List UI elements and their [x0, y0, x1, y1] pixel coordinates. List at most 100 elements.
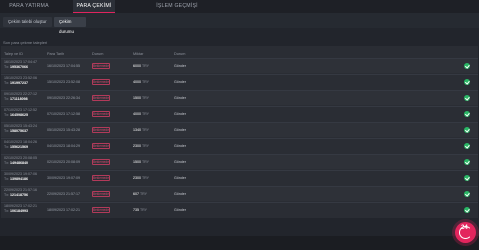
status-badge: Beklemede	[92, 175, 110, 181]
status-badge: Beklemede	[92, 159, 110, 165]
header-request-id: Talep ve ID	[4, 52, 23, 56]
amount-cell: 4000 TRY	[133, 112, 149, 116]
currency-label: TRY	[139, 208, 148, 212]
transaction-id: 139894186	[10, 176, 28, 181]
amount-cell: 6000 TRY	[133, 64, 149, 68]
currency-label: TRY	[141, 80, 150, 84]
table-row: 05/10/2023 15:43:24 Tx: 158075637 05/10/20…	[1, 122, 478, 137]
payment-date: 15/10/2023 23:52:08	[47, 80, 80, 84]
method-cell: Gönder	[174, 160, 186, 164]
transaction-id: 149486840	[10, 160, 28, 165]
transaction-id: 195367066	[10, 64, 28, 69]
amount-value: 4000	[133, 80, 141, 84]
header-amount: Miktar	[133, 52, 144, 56]
check-circle-icon	[464, 191, 470, 197]
tx-label: Tx:	[4, 96, 9, 101]
table-row: 07/10/2023 17:12:52 Tx: 164598625 07/10/20…	[1, 106, 478, 121]
tx-label: Tx:	[4, 208, 9, 213]
request-id-cell: 18/09/2023 17:02:21 Tx: 106184993	[4, 204, 37, 213]
currency-label: TRY	[141, 160, 150, 164]
status-badge: Beklemede	[92, 63, 110, 69]
payment-date: 09/10/2023 22:26:34	[47, 96, 80, 100]
request-id-cell: 04/10/2023 18:04:26 Tx: 155621569	[4, 140, 37, 149]
table-row: 04/10/2023 18:04:26 Tx: 155621569 04/10/20…	[1, 138, 478, 153]
request-id-cell: 05/10/2023 15:43:24 Tx: 158075637	[4, 124, 37, 133]
tab-para-yatirma[interactable]: PARA YATIRMA	[0, 0, 58, 13]
tx-label: Tx:	[4, 192, 9, 197]
check-circle-icon	[464, 143, 470, 149]
method-cell: Gönder	[174, 112, 186, 116]
amount-value: 1500	[133, 96, 141, 100]
status-badge: Beklemede	[92, 143, 110, 149]
check-circle-icon	[464, 95, 470, 101]
table-row: 22/09/2023 21:57:16 Tx: 121418756 22/09/20…	[1, 186, 478, 201]
request-id-cell: 16/10/2023 17:04:47 Tx: 195367066	[4, 60, 37, 69]
request-id-cell: 02/10/2023 20:08:05 Tx: 149486840	[4, 156, 37, 165]
amount-value: 6000	[133, 64, 141, 68]
check-circle-icon	[464, 79, 470, 85]
table-row: 16/10/2023 17:04:47 Tx: 195367066 16/10/20…	[1, 58, 478, 73]
method-cell: Gönder	[174, 128, 186, 132]
status-badge: Beklemede	[92, 111, 110, 117]
tx-label: Tx:	[4, 64, 9, 69]
table-row: 30/09/2023 19:07:06 Tx: 139894186 30/09/20…	[1, 170, 478, 185]
tx-label: Tx:	[4, 128, 9, 133]
header-status: Durum	[92, 52, 104, 56]
request-id-cell: 07/10/2023 17:12:52 Tx: 164598625	[4, 108, 37, 117]
method-cell: Gönder	[174, 96, 186, 100]
tab-para-cekimi[interactable]: PARA ÇEKİMİ	[73, 0, 115, 13]
payment-date: 02/10/2023 20:08:09	[47, 160, 80, 164]
amount-cell: 607 TRY	[133, 192, 147, 196]
request-id-cell: 15/10/2023 23:52:06 Tx: 191997237	[4, 76, 37, 85]
payment-date: 16/10/2023 17:04:55	[47, 64, 80, 68]
method-cell: Gönder	[174, 192, 186, 196]
payment-date: 04/10/2023 18:04:29	[47, 144, 80, 148]
currency-label: TRY	[141, 176, 150, 180]
currency-label: TRY	[141, 144, 150, 148]
method-cell: Gönder	[174, 64, 186, 68]
transaction-id: 164598625	[10, 112, 28, 117]
transaction-id: 191997237	[10, 80, 28, 85]
check-circle-icon	[464, 127, 470, 133]
method-cell: Gönder	[174, 208, 186, 212]
subtab-create-request[interactable]: Çekim talebi oluştur	[3, 17, 52, 27]
amount-value: 735	[133, 208, 139, 212]
currency-label: TRY	[141, 112, 150, 116]
transaction-id: 171118098	[10, 96, 28, 101]
tx-label: Tx:	[4, 112, 9, 117]
amount-value: 1340	[133, 128, 141, 132]
request-id-cell: 30/09/2023 19:07:06 Tx: 139894186	[4, 172, 37, 181]
transaction-id: 121418756	[10, 192, 28, 197]
request-id-cell: 22/09/2023 21:57:16 Tx: 121418756	[4, 188, 37, 197]
check-circle-icon	[464, 63, 470, 69]
subtab-request-status[interactable]: Çekim durumu	[54, 17, 86, 34]
method-cell: Gönder	[174, 176, 186, 180]
payment-date: 05/10/2023 15:43:28	[47, 128, 80, 132]
check-circle-icon	[464, 111, 470, 117]
currency-label: TRY	[139, 192, 148, 196]
section-title: Son para çekme talepleri	[3, 40, 48, 45]
method-cell: Gönder	[174, 80, 186, 84]
transaction-id: 158075637	[10, 128, 28, 133]
table-row: 02/10/2023 20:08:05 Tx: 149486840 02/10/20…	[1, 154, 478, 169]
status-badge: Beklemede	[92, 95, 110, 101]
amount-cell: 1500 TRY	[133, 96, 149, 100]
check-circle-icon	[464, 159, 470, 165]
tab-islem-gecmisi[interactable]: İŞLEM GEÇMİŞİ	[140, 0, 214, 13]
tx-label: Tx:	[4, 80, 9, 85]
check-circle-icon	[464, 175, 470, 181]
amount-value: 4000	[133, 112, 141, 116]
header-date: Para Tarih	[47, 52, 65, 56]
payment-date: 22/09/2023 21:57:17	[47, 192, 80, 196]
request-id-cell: 09/10/2023 22:27:12 Tx: 171118098	[4, 92, 37, 101]
live-support-button[interactable]: 24	[455, 222, 476, 243]
status-badge: Beklemede	[92, 207, 110, 213]
tx-label: Tx:	[4, 144, 9, 149]
payment-date: 30/09/2023 19:07:09	[47, 176, 80, 180]
amount-value: 607	[133, 192, 139, 196]
status-badge: Beklemede	[92, 127, 110, 133]
amount-value: 2300	[133, 144, 141, 148]
currency-label: TRY	[141, 128, 150, 132]
header-method: Durum	[174, 52, 186, 56]
table-row: 09/10/2023 22:27:12 Tx: 171118098 09/10/20…	[1, 90, 478, 105]
